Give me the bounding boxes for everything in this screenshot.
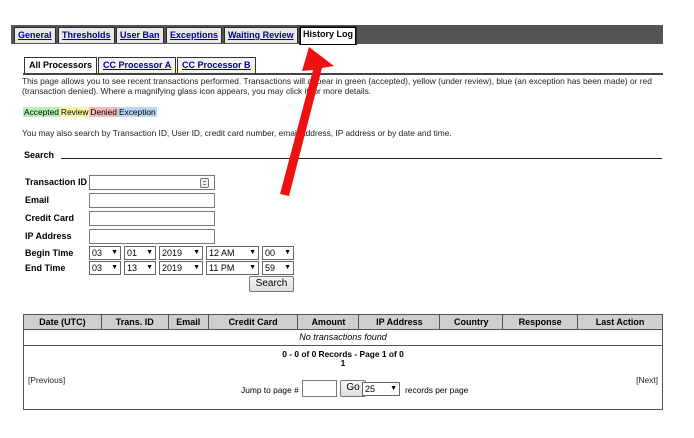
legend-review: Review <box>59 107 90 117</box>
next-link[interactable]: [Next] <box>636 375 658 385</box>
legend-exception: Exception <box>117 107 157 117</box>
tab-cc-processor-b[interactable]: CC Processor B <box>177 57 256 74</box>
col-country[interactable]: Country <box>439 314 504 330</box>
credit-card-label: Credit Card <box>25 213 75 223</box>
col-email[interactable]: Email <box>167 314 209 330</box>
end-day-select[interactable]: 13 ▼ <box>124 261 156 275</box>
ip-address-label: IP Address <box>25 231 72 241</box>
col-credit-card[interactable]: Credit Card <box>207 314 299 330</box>
records-summary: 0 - 0 of 0 Records - Page 1 of 0 1 <box>24 350 662 368</box>
tab-history-log[interactable]: History Log <box>299 26 358 45</box>
jump-label: Jump to page # <box>241 385 299 395</box>
col-amount[interactable]: Amount <box>297 314 360 330</box>
keyboard-icon[interactable] <box>200 178 209 188</box>
credit-card-input[interactable] <box>89 211 215 226</box>
tab-cc-processor-a[interactable]: CC Processor A <box>98 57 177 74</box>
end-month-select[interactable]: 03 ▼ <box>89 261 121 275</box>
tab-waiting-review[interactable]: Waiting Review <box>224 27 298 43</box>
tab-thresholds[interactable]: Thresholds <box>58 27 115 43</box>
begin-day-select[interactable]: 01 ▼ <box>124 246 156 260</box>
status-legend: Accepted Review Denied Exception <box>23 107 157 117</box>
previous-link[interactable]: [Previous] <box>28 375 65 385</box>
search-button[interactable]: Search <box>249 276 294 292</box>
begin-hour-select[interactable]: 12 AM ▼ <box>206 246 259 260</box>
jump-page-input[interactable] <box>302 380 337 397</box>
end-hour-select[interactable]: 11 PM ▼ <box>206 261 259 275</box>
page-description: This page allows you to see recent trans… <box>22 76 652 96</box>
end-minute-select[interactable]: 59 ▼ <box>262 261 294 275</box>
col-date[interactable]: Date (UTC) <box>23 314 102 330</box>
col-last-action[interactable]: Last Action <box>577 314 663 330</box>
table-header-row: Date (UTC) Trans. ID Email Credit Card A… <box>23 314 663 330</box>
legend-accepted: Accepted <box>23 107 60 117</box>
email-input[interactable] <box>89 193 215 208</box>
begin-year-select[interactable]: 2019 ▼ <box>159 246 203 260</box>
begin-time-label: Begin Time <box>25 248 74 258</box>
begin-month-select[interactable]: 03 ▼ <box>89 246 121 260</box>
search-divider <box>61 158 662 159</box>
no-results-message: No transactions found <box>24 330 662 346</box>
transactions-table: Date (UTC) Trans. ID Email Credit Card A… <box>23 314 663 330</box>
tab-divider <box>23 73 663 75</box>
col-ip-address[interactable]: IP Address <box>358 314 441 330</box>
email-label: Email <box>25 195 50 205</box>
search-header: Search <box>24 150 55 160</box>
transaction-id-input[interactable] <box>89 175 215 190</box>
results-area: No transactions found 0 - 0 of 0 Records… <box>23 330 663 410</box>
page-number: 1 <box>340 358 346 368</box>
end-year-select[interactable]: 2019 ▼ <box>159 261 203 275</box>
col-trans-id[interactable]: Trans. ID <box>100 314 169 330</box>
transaction-id-label: Transaction ID <box>25 177 88 187</box>
tab-general[interactable]: General <box>14 27 56 43</box>
per-page-label: records per page <box>405 385 469 395</box>
top-tab-bar: General Thresholds User Ban Exceptions W… <box>11 25 663 45</box>
col-response[interactable]: Response <box>502 314 579 330</box>
tab-exceptions[interactable]: Exceptions <box>166 27 223 43</box>
ip-address-input[interactable] <box>89 229 215 244</box>
tab-user-ban[interactable]: User Ban <box>116 27 164 43</box>
per-page-select[interactable]: 25 ▼ <box>362 382 400 396</box>
search-note: You may also search by Transaction ID, U… <box>22 128 452 138</box>
begin-minute-select[interactable]: 00 ▼ <box>262 246 294 260</box>
end-time-label: End Time <box>25 263 66 273</box>
legend-denied: Denied <box>89 107 118 117</box>
